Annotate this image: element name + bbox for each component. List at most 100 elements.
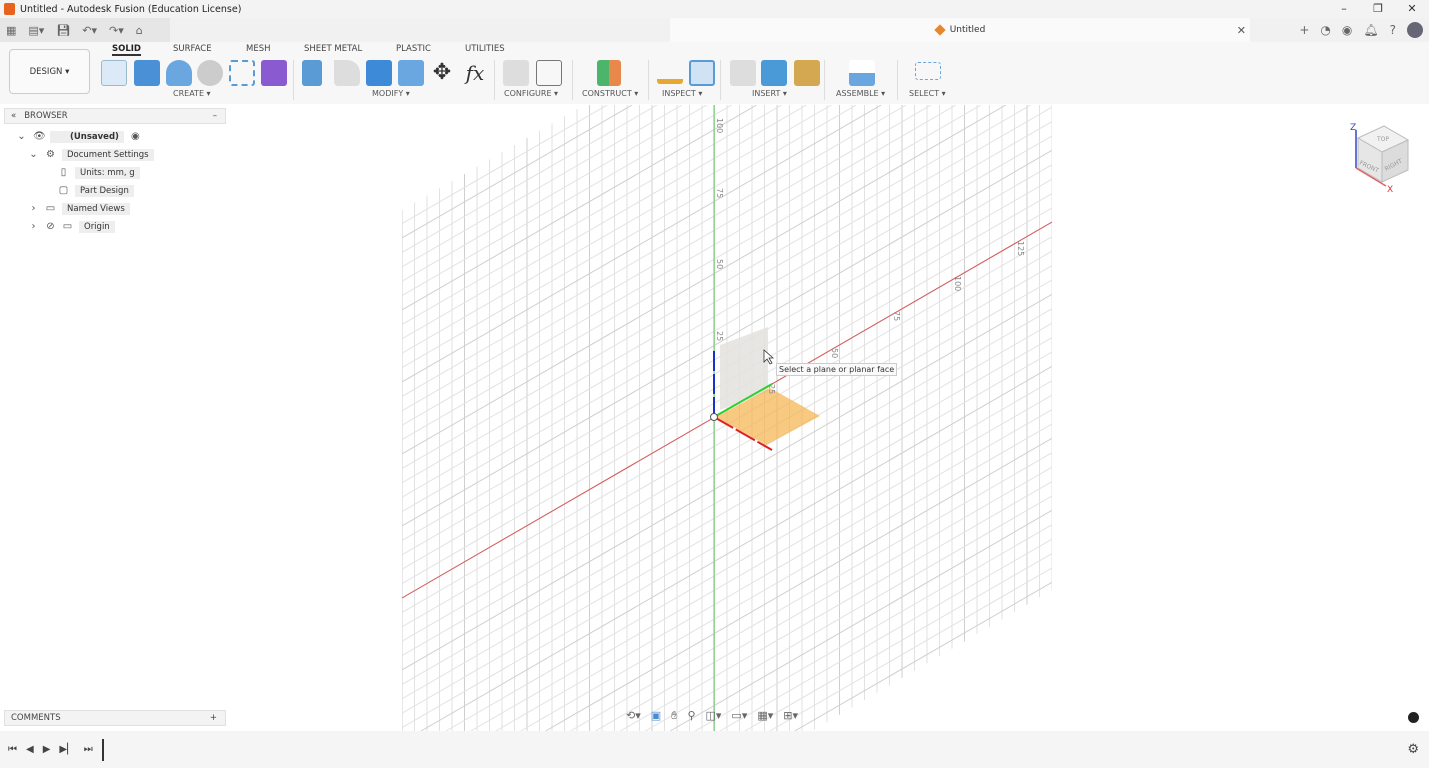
timeline-marker[interactable] [101,738,104,761]
step-forward-icon[interactable]: ▶▏ [59,744,74,755]
new-tab-icon[interactable]: + [1299,23,1309,37]
tab-utilities[interactable]: UTILITIES [465,44,505,54]
save-icon[interactable]: 💾︎ [56,24,70,37]
insert-menu[interactable]: INSERT ▾ [752,89,787,98]
close-tab-icon[interactable]: ✕ [1237,24,1246,37]
avatar[interactable] [1407,22,1423,38]
workspace-dropdown[interactable]: DESIGN ▾ [9,49,90,94]
extensions-icon[interactable]: ◔ [1320,23,1330,37]
grid-line [402,105,807,340]
pattern-icon[interactable] [229,60,255,86]
grid-canvas[interactable]: 100 75 50 25 50 75 100 125 25 TOP FRONT … [0,104,1429,731]
inspect-menu[interactable]: INSPECT ▾ [662,89,702,98]
timeline-settings-icon[interactable]: ⚙ [1407,742,1419,757]
tree-item-document-settings[interactable]: ⌄ ⚙ Document Settings [28,147,154,162]
activate-radio-icon[interactable]: ◉ [130,131,141,142]
new-component-icon[interactable] [849,60,875,86]
display-settings-icon[interactable]: ▭▾ [731,709,747,723]
hole-icon[interactable] [197,60,223,86]
tab-surface[interactable]: SURFACE [173,44,212,54]
select-menu[interactable]: SELECT ▾ [909,89,946,98]
tree-item-named-views[interactable]: › ▭ Named Views [28,201,130,216]
tree-label: Origin [79,220,115,233]
job-status-icon[interactable]: ◉ [1342,23,1352,37]
browser-header[interactable]: « BROWSER – [4,108,226,124]
tab-solid[interactable]: SOLID [112,44,141,56]
chevron-right-icon[interactable]: › [28,221,39,232]
grid-line [402,105,957,426]
create-sketch-icon[interactable] [101,60,127,86]
tab-mesh[interactable]: MESH [246,44,271,54]
chevron-down-icon[interactable]: ⌄ [16,131,27,142]
move-icon[interactable]: ✥ [429,60,455,86]
document-tab[interactable]: Untitled ✕ [670,18,1250,42]
measure-icon[interactable] [657,66,683,84]
tab-sheet-metal[interactable]: SHEET METAL [304,44,362,54]
play-icon[interactable]: ▶ [43,744,51,755]
chevron-right-icon[interactable]: › [28,203,39,214]
quick-access-toolbar: ▦ ▤▾ 💾︎ ↶▾ ↷▾ ⌂ [0,18,170,42]
tree-label: Document Settings [62,148,154,161]
step-back-icon[interactable]: ◀ [26,744,34,755]
fillet-icon[interactable] [334,60,360,86]
eye-icon[interactable]: 👁︎ [33,131,46,142]
feedback-icon[interactable] [1408,712,1419,723]
minimize-panel-icon[interactable]: – [213,111,217,121]
tree-item-units[interactable]: ▯ Units: mm, g [58,165,140,180]
tick-label: 50 [715,259,724,269]
grid-settings-icon[interactable]: ▦▾ [757,709,773,723]
insert-derive-icon[interactable] [730,60,756,86]
viewcube-top-label[interactable]: TOP [1376,136,1389,143]
viewports-icon[interactable]: ⊞▾ [783,709,798,723]
apps-grid-icon[interactable]: ▦ [6,24,16,37]
insert-mesh-icon[interactable] [794,60,820,86]
select-window-icon[interactable] [915,62,941,80]
create-menu[interactable]: CREATE ▾ [173,89,211,98]
assemble-menu[interactable]: ASSEMBLE ▾ [836,89,885,98]
shell-icon[interactable] [398,60,424,86]
tab-plastic[interactable]: PLASTIC [396,44,431,54]
undo-icon[interactable]: ↶▾ [82,24,97,37]
add-comment-icon[interactable]: + [210,713,217,723]
configure-menu[interactable]: CONFIGURE ▾ [504,89,558,98]
combine-icon[interactable] [366,60,392,86]
revolve-icon[interactable] [166,60,192,86]
chevron-down-icon[interactable]: ⌄ [28,149,39,160]
tree-item-origin[interactable]: › ⊘ ▭ Origin [28,219,115,234]
construct-menu[interactable]: CONSTRUCT ▾ [582,89,638,98]
comments-header[interactable]: COMMENTS + [4,710,226,726]
fit-icon[interactable]: ◫▾ [706,709,722,723]
close-window-button[interactable]: ✕ [1395,0,1429,18]
file-menu-icon[interactable]: ▤▾ [28,24,44,37]
pan-icon[interactable]: ✋︎ [671,709,677,723]
tree-item-part-design[interactable]: ▢ Part Design [58,183,134,198]
offset-plane-icon[interactable] [597,60,621,86]
look-at-icon[interactable]: ▣ [651,709,661,723]
zoom-icon[interactable]: ⚲ [687,709,695,723]
tree-item-root[interactable]: ⌄ 👁︎ (Unsaved) ◉ [16,129,141,144]
viewcube-x-label: X [1387,185,1393,195]
origin-point[interactable] [710,413,718,421]
press-pull-icon[interactable] [302,60,322,86]
go-to-start-icon[interactable]: ⏮ [8,744,17,755]
3d-viewport[interactable]: 100 75 50 25 50 75 100 125 25 TOP FRONT … [0,104,1429,731]
parameters-icon[interactable]: fx [462,60,488,86]
eye-hidden-icon[interactable]: ⊘ [45,221,56,232]
collapse-panel-icon[interactable]: « [11,111,16,121]
minimize-button[interactable]: – [1327,0,1361,18]
go-to-end-icon[interactable]: ⏭ [84,744,93,755]
section-analysis-icon[interactable] [689,60,715,86]
configure-icon[interactable] [503,60,529,86]
help-icon[interactable]: ? [1390,23,1396,37]
insert-canvas-icon[interactable] [761,60,787,86]
orbit-icon[interactable]: ⟲▾ [626,709,641,723]
maximize-button[interactable]: ❐ [1361,0,1395,18]
notifications-icon[interactable]: 🔔︎ [1363,23,1378,37]
viewcube[interactable]: TOP FRONT RIGHT Z X [1350,123,1410,195]
configuration-table-icon[interactable] [536,60,562,86]
redo-icon[interactable]: ↷▾ [109,24,124,37]
create-form-icon[interactable] [261,60,287,86]
modify-menu[interactable]: MODIFY ▾ [372,89,410,98]
extrude-icon[interactable] [134,60,160,86]
home-icon[interactable]: ⌂ [136,24,143,37]
